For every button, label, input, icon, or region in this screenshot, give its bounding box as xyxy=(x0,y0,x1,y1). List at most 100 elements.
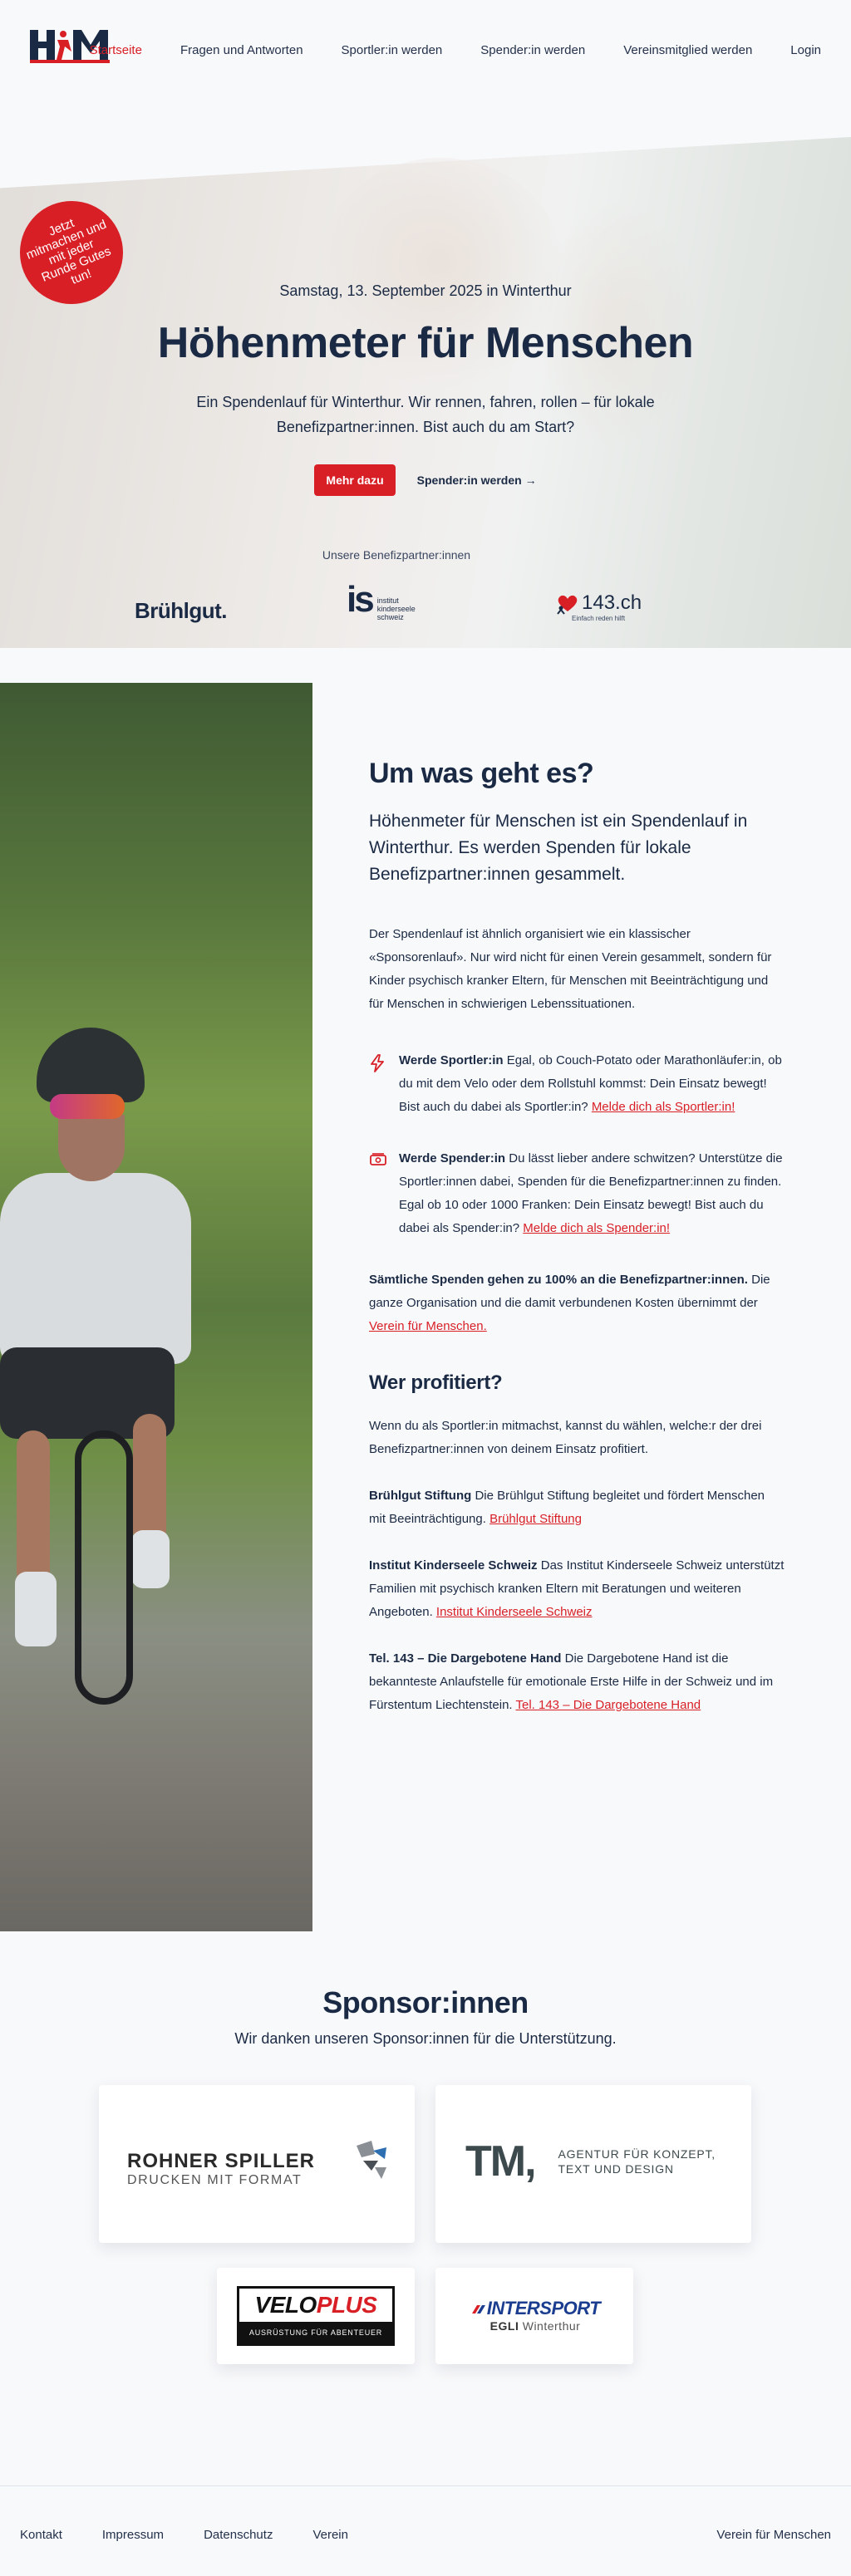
kinderseele-link[interactable]: Institut Kinderseele Schweiz xyxy=(436,1605,593,1619)
footer-link-datenschutz[interactable]: Datenschutz xyxy=(204,2528,273,2542)
partners-label: Unsere Benefizpartner:innen xyxy=(322,548,471,562)
nav-item-vereinsmitglied[interactable]: Vereinsmitglied werden xyxy=(623,43,752,57)
intersport-branch-city: Winterthur xyxy=(519,2319,581,2333)
hero-lead: Ein Spendenlauf für Winterthur. Wir renn… xyxy=(196,394,655,435)
beneficiary-kinderseele: Institut Kinderseele Schweiz Das Institu… xyxy=(369,1554,785,1624)
nav-item-spender[interactable]: Spender:in werden xyxy=(480,43,585,57)
footer-link-kontakt[interactable]: Kontakt xyxy=(20,2528,62,2542)
donations-note-bold: Sämtliche Spenden gehen zu 100% an die B… xyxy=(369,1273,748,1287)
partner-logo-bruehlgut[interactable]: Brühlgut. xyxy=(135,598,228,624)
sponsor-card-tm[interactable]: TM, AGENTUR FÜR KONZEPT, TEXT UND DESIGN xyxy=(435,2085,751,2243)
rider-leg-left xyxy=(17,1430,50,1588)
bruehlgut-link[interactable]: Brühlgut Stiftung xyxy=(489,1512,582,1526)
event-date: Samstag, 13. September 2025 in Winterthu… xyxy=(279,282,572,299)
donor-signup-link[interactable]: Melde dich als Spender:in! xyxy=(523,1221,670,1235)
tm-tagline: AGENTUR FÜR KONZEPT, TEXT UND DESIGN xyxy=(558,2147,716,2176)
beneficiary-name: Tel. 143 – Die Dargebotene Hand xyxy=(369,1651,562,1666)
beneficiaries-title: Wer profitiert? xyxy=(369,1371,503,1394)
intersport-name: INTERSPORT xyxy=(486,2298,601,2318)
site-footer: Kontakt Impressum Datenschutz Verein Ver… xyxy=(0,2485,851,2576)
feature-donor-text: Werde Spender:in Du lässt lieber andere … xyxy=(399,1147,785,1240)
beneficiary-143: Tel. 143 – Die Dargebotene Hand Die Darg… xyxy=(369,1647,785,1717)
intersport-mark-icon xyxy=(471,2305,485,2314)
sponsor-card-veloplus[interactable]: VELOPLUS AUSRÜSTUNG FÜR ABENTEUER xyxy=(217,2268,415,2364)
money-icon xyxy=(369,1147,387,1240)
veloplus-logo: VELOPLUS AUSRÜSTUNG FÜR ABENTEUER xyxy=(237,2286,395,2346)
veloplus-tagline: AUSRÜSTUNG FÜR ABENTEUER xyxy=(239,2322,392,2343)
rohner-spiller-tagline: DRUCKEN MIT FORMAT xyxy=(127,2173,303,2187)
kinderseele-line-2: kinderseele xyxy=(376,605,416,613)
feature-donor: Werde Spender:in Du lässt lieber andere … xyxy=(369,1147,785,1240)
intersport-wordmark: INTERSPORT xyxy=(460,2298,610,2319)
tel143-link[interactable]: Tel. 143 – Die Dargebotene Hand xyxy=(515,1698,701,1712)
kinderseele-wordmark: institut kinderseele schweiz xyxy=(377,596,416,621)
hero-ctas: Mehr dazu Spender:in werden → xyxy=(0,464,851,496)
about-intro: Der Spendenlauf ist ähnlich organisiert … xyxy=(369,927,772,1011)
rohner-spiller-name: ROHNER SPILLER xyxy=(127,2150,316,2172)
nav-item-sportler[interactable]: Sportler:in werden xyxy=(342,43,443,57)
footer-link-impressum[interactable]: Impressum xyxy=(102,2528,164,2542)
hero-content: Samstag, 13. September 2025 in Winterthu… xyxy=(0,282,851,496)
more-info-button[interactable]: Mehr dazu xyxy=(314,464,396,496)
rider-leg-right xyxy=(133,1414,166,1547)
beneficiary-name: Brühlgut Stiftung xyxy=(369,1489,472,1503)
rohner-spiller-wordmark: ROHNER SPILLER DRUCKEN MIT FORMAT xyxy=(127,2150,315,2188)
rider-shoe-right xyxy=(131,1530,170,1588)
partner-logo-kinderseele[interactable]: is institut kinderseele schweiz xyxy=(347,581,416,622)
feature-donor-heading: Werde Spender:in xyxy=(399,1151,506,1165)
about-title: Um was geht es? xyxy=(369,758,594,789)
main-nav: Startseite Fragen und Antworten Sportler… xyxy=(90,43,821,57)
intersport-logo: INTERSPORT EGLI Winterthur xyxy=(460,2298,610,2333)
about-article: Um was geht es? Höhenmeter für Menschen … xyxy=(369,683,785,1750)
nav-item-login[interactable]: Login xyxy=(790,43,821,57)
partner-logo-143[interactable]: 143.ch Einfach reden hilft xyxy=(555,591,642,622)
sponsor-card-rohner-spiller[interactable]: ROHNER SPILLER DRUCKEN MIT FORMAT xyxy=(99,2085,415,2243)
become-donor-link[interactable]: Spender:in werden → xyxy=(417,473,537,487)
rider-face xyxy=(58,1115,125,1181)
footer-organisation-link[interactable]: Verein für Menschen xyxy=(716,2528,831,2542)
veloplus-name-a: VELO xyxy=(254,2292,317,2318)
donations-note: Sämtliche Spenden gehen zu 100% an die B… xyxy=(369,1268,785,1338)
tel143-text: 143.ch xyxy=(582,591,642,614)
veloplus-wordmark: VELOPLUS xyxy=(239,2289,392,2322)
heart-person-icon xyxy=(557,595,578,615)
sponsor-card-intersport[interactable]: INTERSPORT EGLI Winterthur xyxy=(435,2268,633,2364)
kinderseele-line-3: schweiz xyxy=(376,613,404,621)
site-header: Startseite Fragen und Antworten Sportler… xyxy=(0,0,851,108)
association-link[interactable]: Verein für Menschen. xyxy=(369,1319,487,1333)
feature-athlete: Werde Sportler:in Egal, ob Couch-Potato … xyxy=(369,1049,785,1119)
rider-shoe-left xyxy=(15,1572,57,1646)
tm-mark: TM, xyxy=(465,2137,537,2186)
tm-logo: TM, AGENTUR FÜR KONZEPT, TEXT UND DESIGN xyxy=(465,2137,716,2186)
footer-link-verein[interactable]: Verein xyxy=(312,2528,348,2542)
cyclist-photo xyxy=(0,683,312,1931)
sponsors-subtitle: Wir danken unseren Sponsor:innen für die… xyxy=(234,2030,617,2047)
footer-links: Kontakt Impressum Datenschutz Verein xyxy=(20,2528,348,2542)
rider-helmet xyxy=(37,1028,145,1102)
about-section: Um was geht es? Höhenmeter für Menschen … xyxy=(0,683,851,1931)
intersport-branch: EGLI Winterthur xyxy=(460,2319,610,2333)
hero: Jetzt mitmachen und mit jeder Runde Gute… xyxy=(0,108,851,648)
kinderseele-line-1: institut xyxy=(376,596,399,605)
bike-wheel xyxy=(75,1430,133,1705)
tel143-wordmark: 143.ch xyxy=(555,591,642,615)
nav-item-faq[interactable]: Fragen und Antworten xyxy=(180,43,303,57)
about-lead: Höhenmeter für Menschen ist ein Spendenl… xyxy=(369,812,748,884)
rider-glasses xyxy=(50,1094,125,1119)
hero-title: Höhenmeter für Menschen xyxy=(157,319,694,367)
beneficiary-bruehlgut: Brühlgut Stiftung Die Brühlgut Stiftung … xyxy=(369,1484,785,1531)
beneficiary-name: Institut Kinderseele Schweiz xyxy=(369,1558,538,1573)
athlete-signup-link[interactable]: Melde dich als Sportler:in! xyxy=(592,1100,735,1114)
feature-athlete-heading: Werde Sportler:in xyxy=(399,1053,504,1067)
lightning-icon xyxy=(369,1049,387,1119)
tm-tagline-line-2: TEXT UND DESIGN xyxy=(558,2162,674,2176)
veloplus-name-b: PLUS xyxy=(316,2292,377,2318)
sponsors-section: Sponsor:innen Wir danken unseren Sponsor… xyxy=(0,1931,851,2485)
tel143-tagline: Einfach reden hilft xyxy=(572,615,626,622)
tm-tagline-line-1: AGENTUR FÜR KONZEPT, xyxy=(558,2147,716,2161)
rider-jersey xyxy=(0,1173,191,1364)
feature-athlete-text: Werde Sportler:in Egal, ob Couch-Potato … xyxy=(399,1049,785,1119)
beneficiaries-intro: Wenn du als Sportler:in mitmachst, kanns… xyxy=(369,1419,762,1456)
nav-item-startseite[interactable]: Startseite xyxy=(90,43,142,57)
intersport-branch-name: EGLI xyxy=(489,2319,519,2333)
